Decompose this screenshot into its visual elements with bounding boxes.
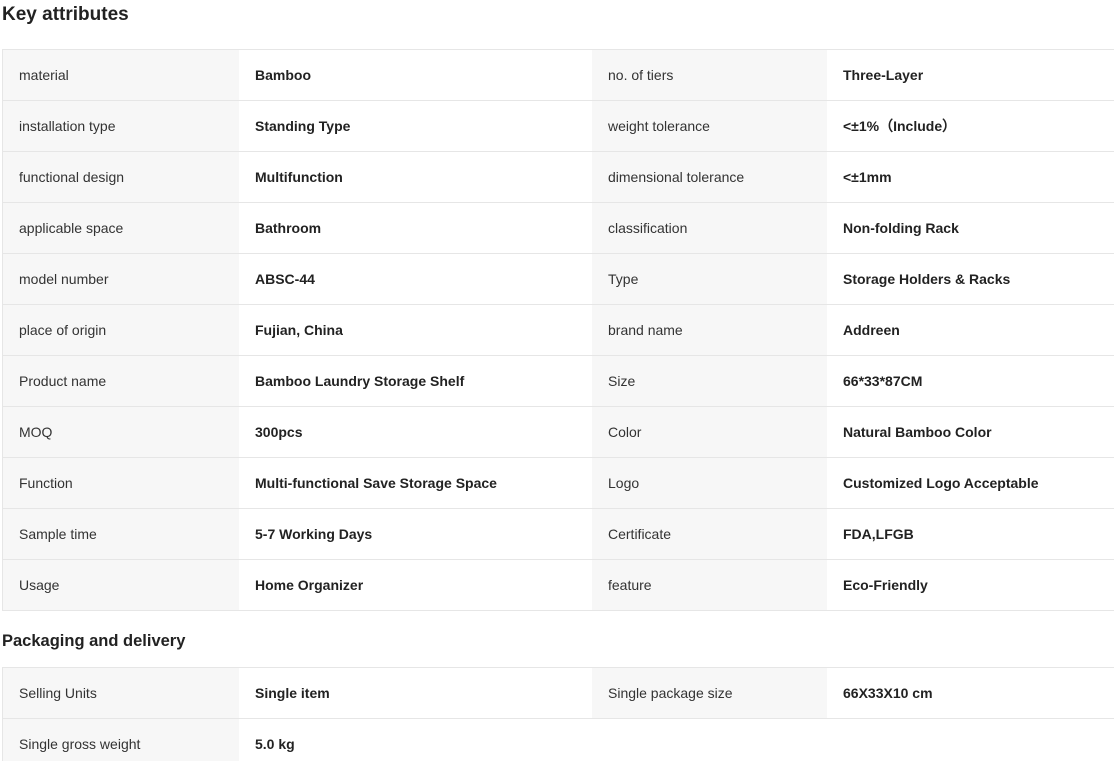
attribute-value: 66X33X10 cm	[827, 668, 1114, 718]
key-attributes-title: Key attributes	[2, 4, 129, 25]
table-row: applicable space Bathroom classification…	[3, 203, 1114, 254]
table-row: Single gross weight 5.0 kg	[3, 719, 1114, 761]
attribute-value: 300pcs	[239, 407, 592, 457]
attribute-value: Multifunction	[239, 152, 592, 202]
attribute-label: Usage	[3, 560, 239, 610]
attribute-label: installation type	[3, 101, 239, 151]
attribute-value: 5.0 kg	[239, 719, 592, 761]
table-row: installation type Standing Type weight t…	[3, 101, 1114, 152]
attribute-value: Customized Logo Acceptable	[827, 458, 1114, 508]
attribute-value: Standing Type	[239, 101, 592, 151]
attribute-label: MOQ	[3, 407, 239, 457]
attribute-label: dimensional tolerance	[592, 152, 827, 202]
attribute-label: classification	[592, 203, 827, 253]
attribute-label: applicable space	[3, 203, 239, 253]
table-row: MOQ 300pcs Color Natural Bamboo Color	[3, 407, 1114, 458]
attribute-value: FDA,LFGB	[827, 509, 1114, 559]
table-row: functional design Multifunction dimensio…	[3, 152, 1114, 203]
attribute-value: 5-7 Working Days	[239, 509, 592, 559]
attribute-value: Single item	[239, 668, 592, 718]
attribute-label: place of origin	[3, 305, 239, 355]
attribute-label: Single package size	[592, 668, 827, 718]
attribute-label: Size	[592, 356, 827, 406]
attribute-label: Logo	[592, 458, 827, 508]
table-row: model number ABSC-44 Type Storage Holder…	[3, 254, 1114, 305]
attribute-value: 66*33*87CM	[827, 356, 1114, 406]
attribute-value: <±1mm	[827, 152, 1114, 202]
attribute-label: weight tolerance	[592, 101, 827, 151]
table-row: material Bamboo no. of tiers Three-Layer	[3, 50, 1114, 101]
attribute-label: no. of tiers	[592, 50, 827, 100]
attribute-label: material	[3, 50, 239, 100]
packaging-table: Selling Units Single item Single package…	[2, 667, 1114, 761]
table-row: Product name Bamboo Laundry Storage Shel…	[3, 356, 1114, 407]
attribute-label: functional design	[3, 152, 239, 202]
attribute-value: Bamboo	[239, 50, 592, 100]
attribute-value: Bamboo Laundry Storage Shelf	[239, 356, 592, 406]
attribute-label: brand name	[592, 305, 827, 355]
attribute-value: Natural Bamboo Color	[827, 407, 1114, 457]
packaging-delivery-title: Packaging and delivery	[2, 632, 186, 650]
attribute-value: ABSC-44	[239, 254, 592, 304]
attribute-value: Non-folding Rack	[827, 203, 1114, 253]
attribute-label: Function	[3, 458, 239, 508]
attribute-label: Type	[592, 254, 827, 304]
attribute-value: Storage Holders & Racks	[827, 254, 1114, 304]
empty-cell	[827, 719, 1114, 761]
attribute-value: Home Organizer	[239, 560, 592, 610]
attribute-value: Three-Layer	[827, 50, 1114, 100]
table-row: Function Multi-functional Save Storage S…	[3, 458, 1114, 509]
product-attributes-page: Key attributes material Bamboo no. of ti…	[0, 0, 1114, 761]
table-row: Sample time 5-7 Working Days Certificate…	[3, 509, 1114, 560]
attribute-label: model number	[3, 254, 239, 304]
attribute-label: Selling Units	[3, 668, 239, 718]
attribute-value: <±1%（Include）	[827, 101, 1114, 151]
empty-cell	[592, 719, 827, 761]
attribute-label: feature	[592, 560, 827, 610]
key-attributes-table: material Bamboo no. of tiers Three-Layer…	[2, 49, 1114, 611]
attribute-value: Eco-Friendly	[827, 560, 1114, 610]
attribute-label: Color	[592, 407, 827, 457]
attribute-value: Bathroom	[239, 203, 592, 253]
attribute-value: Fujian, China	[239, 305, 592, 355]
attribute-label: Certificate	[592, 509, 827, 559]
table-row: Usage Home Organizer feature Eco-Friendl…	[3, 560, 1114, 611]
attribute-value: Addreen	[827, 305, 1114, 355]
attribute-value: Multi-functional Save Storage Space	[239, 458, 592, 508]
table-row: place of origin Fujian, China brand name…	[3, 305, 1114, 356]
table-row: Selling Units Single item Single package…	[3, 668, 1114, 719]
attribute-label: Single gross weight	[3, 719, 239, 761]
attribute-label: Sample time	[3, 509, 239, 559]
attribute-label: Product name	[3, 356, 239, 406]
